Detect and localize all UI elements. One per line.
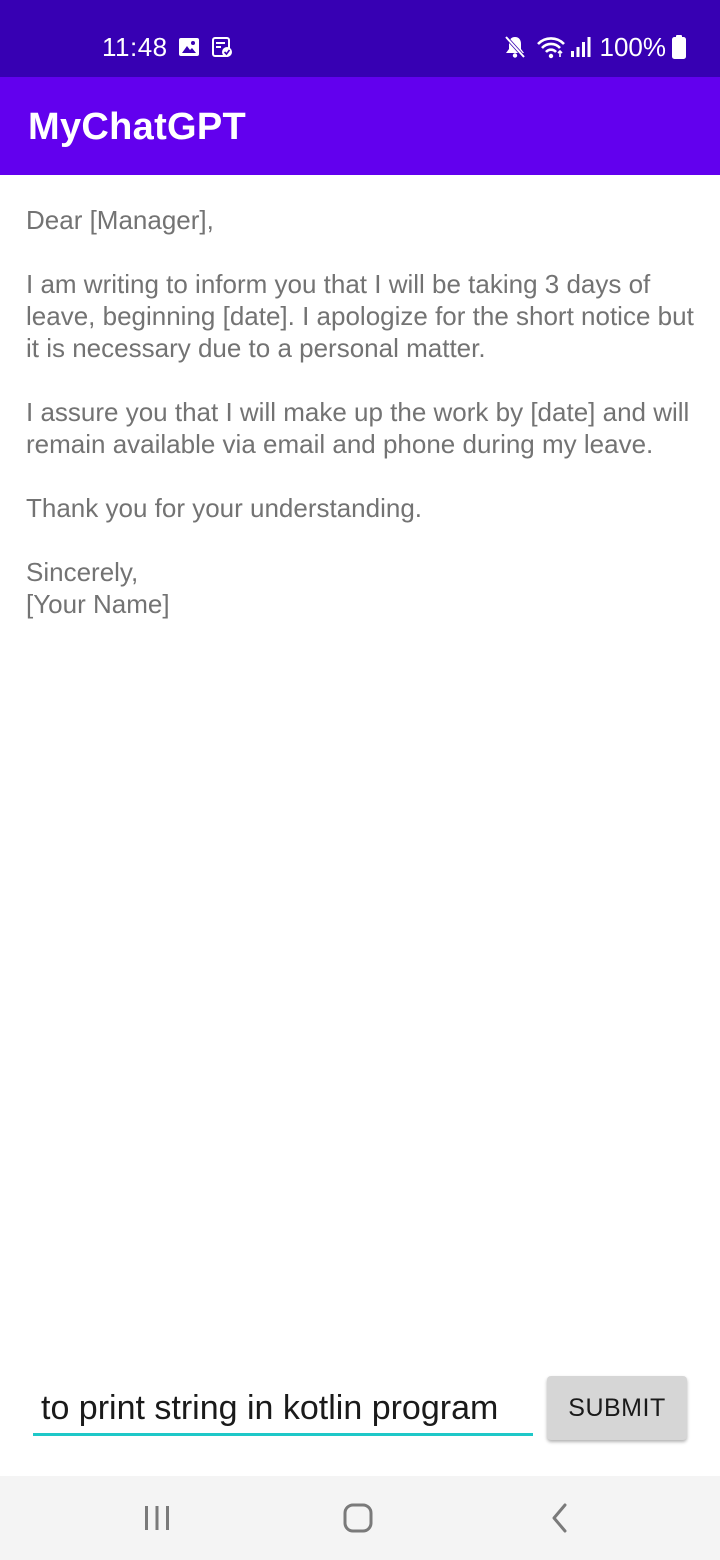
- prompt-input[interactable]: [33, 1384, 533, 1436]
- wifi-icon: [536, 35, 566, 59]
- response-greeting: Dear [Manager],: [26, 205, 214, 235]
- status-bar: 11:48 100%: [0, 0, 720, 77]
- response-paragraph-2: I assure you that I will make up the wor…: [26, 397, 690, 459]
- signal-icon: [570, 35, 592, 59]
- response-signature: [Your Name]: [26, 589, 170, 619]
- app-bar: MyChatGPT: [0, 77, 720, 175]
- battery-icon: [672, 35, 686, 59]
- image-icon: [178, 36, 200, 58]
- response-paragraph-1: I am writing to inform you that I will b…: [26, 269, 694, 363]
- response-text: Dear [Manager], I am writing to inform y…: [26, 204, 696, 620]
- mute-icon: [504, 35, 526, 59]
- response-closing: Sincerely,: [26, 557, 139, 587]
- status-time: 11:48: [102, 32, 168, 62]
- screen: 11:48 100% MyChatGPT Dear [Manager], I a…: [0, 0, 720, 1560]
- recent-apps-icon[interactable]: [133, 1494, 181, 1542]
- back-icon[interactable]: [536, 1494, 584, 1542]
- response-paragraph-3: Thank you for your understanding.: [26, 493, 423, 523]
- home-icon[interactable]: [334, 1494, 382, 1542]
- app-title: MyChatGPT: [28, 106, 247, 148]
- battery-percent: 100%: [599, 32, 667, 62]
- submit-button[interactable]: SUBMIT: [547, 1376, 687, 1440]
- status-right-group: 100%: [504, 30, 686, 64]
- navigation-bar: [0, 1476, 720, 1560]
- screenshot-icon: [211, 36, 233, 58]
